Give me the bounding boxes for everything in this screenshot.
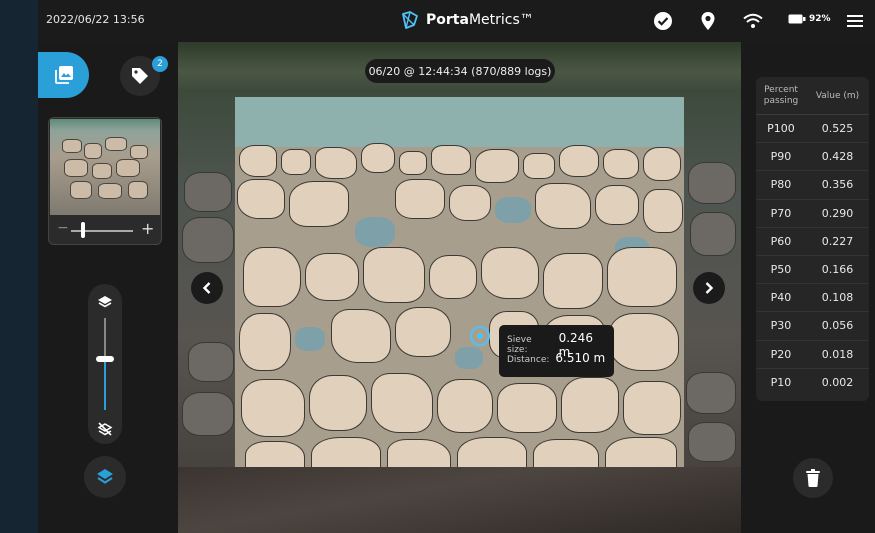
layers-off-icon bbox=[97, 422, 113, 436]
zoom-out-button[interactable]: − bbox=[57, 220, 69, 236]
brand-name-bold: Porta bbox=[426, 12, 469, 28]
value-cell: 0.108 bbox=[821, 291, 854, 305]
opacity-slider-thumb[interactable] bbox=[96, 356, 114, 363]
brand: PortaMetrics™ bbox=[400, 10, 534, 30]
table-row: P10 0.002 bbox=[756, 369, 869, 397]
previous-image-button[interactable] bbox=[191, 272, 223, 304]
value-cell: 0.166 bbox=[821, 263, 854, 277]
layers-icon bbox=[97, 469, 113, 484]
table-row: P100 0.525 bbox=[756, 115, 869, 144]
photo-gallery-icon bbox=[54, 66, 73, 84]
value-cell: 0.018 bbox=[821, 347, 854, 361]
portametrics-logo-icon bbox=[402, 11, 418, 29]
layers-full-icon bbox=[98, 296, 112, 308]
zoom-slider-thumb[interactable] bbox=[81, 222, 86, 238]
chevron-right-icon bbox=[705, 282, 714, 294]
battery-icon bbox=[788, 14, 806, 24]
overlay-opacity-control bbox=[88, 284, 122, 444]
table-row: P80 0.356 bbox=[756, 171, 869, 200]
app-window: 2022/06/22 13:56 PortaMetrics™ 92% 2 − +… bbox=[38, 0, 875, 533]
trash-icon bbox=[806, 469, 820, 487]
sieve-size-row: Sieve size: 0.246 m bbox=[507, 331, 606, 359]
header-value: Value (m) bbox=[815, 90, 860, 101]
wifi-icon[interactable] bbox=[742, 10, 764, 32]
right-panel: Percent passing Value (m) P100 0.525 P90 0.… bbox=[741, 42, 875, 533]
percent-cell: P80 bbox=[770, 178, 792, 192]
chevron-left-icon bbox=[202, 282, 211, 294]
table-row: P60 0.227 bbox=[756, 228, 869, 256]
segmentation-overlay bbox=[235, 97, 684, 481]
measurement-marker[interactable] bbox=[470, 326, 490, 346]
value-cell: 0.356 bbox=[821, 178, 854, 192]
tag-count-badge: 2 bbox=[152, 56, 168, 72]
capture-timestamp: 06/20 @ 12:44:34 (870/889 logs) bbox=[365, 59, 555, 83]
value-cell: 0.227 bbox=[821, 234, 854, 248]
delete-button[interactable] bbox=[793, 458, 833, 498]
thumbnail-zoom: − + bbox=[49, 218, 161, 242]
header-percent-passing: Percent passing bbox=[763, 84, 799, 106]
thumbnail-card[interactable]: − + bbox=[48, 117, 162, 245]
sieve-size-label: Sieve size: bbox=[507, 335, 532, 355]
water-band bbox=[235, 97, 684, 147]
value-cell: 0.002 bbox=[821, 376, 854, 390]
location-pin-icon[interactable] bbox=[697, 10, 719, 32]
tag-icon bbox=[132, 68, 148, 84]
foreground-log bbox=[178, 467, 741, 533]
table-body: P100 0.525 P90 0.428 P80 0.356 P70 0.290 P60 0.22… bbox=[756, 115, 869, 397]
datetime: 2022/06/22 13:56 bbox=[46, 13, 145, 26]
table-row: P40 0.108 bbox=[756, 284, 869, 313]
table-row: P50 0.166 bbox=[756, 256, 869, 285]
table-row: P30 0.056 bbox=[756, 312, 869, 341]
value-cell: 0.056 bbox=[821, 319, 854, 333]
battery-status: 92% bbox=[788, 14, 831, 24]
left-edge-strip bbox=[0, 0, 38, 533]
table-row: P90 0.428 bbox=[756, 143, 869, 172]
size-distribution-table: Percent passing Value (m) P100 0.525 P90 0.… bbox=[756, 77, 869, 401]
distance-value: 6.510 m bbox=[555, 351, 606, 365]
analysis-image-area[interactable]: 06/20 @ 12:44:34 (870/889 logs) Sieve si… bbox=[178, 42, 741, 533]
percent-cell: P60 bbox=[770, 234, 792, 248]
table-row: P70 0.290 bbox=[756, 200, 869, 228]
next-image-button[interactable] bbox=[693, 272, 725, 304]
percent-cell: P50 bbox=[770, 263, 792, 277]
zoom-in-button[interactable]: + bbox=[141, 219, 154, 238]
percent-cell: P100 bbox=[767, 122, 795, 136]
percent-cell: P90 bbox=[770, 150, 792, 164]
photo-gallery-button[interactable] bbox=[38, 52, 89, 98]
zoom-slider[interactable] bbox=[71, 230, 133, 232]
table-header: Percent passing Value (m) bbox=[756, 77, 869, 115]
percent-cell: P30 bbox=[770, 319, 792, 333]
measurement-tooltip: Sieve size: 0.246 m Distance: 6.510 m bbox=[499, 325, 614, 377]
check-circle-icon[interactable] bbox=[652, 10, 674, 32]
percent-cell: P20 bbox=[770, 347, 792, 361]
value-cell: 0.290 bbox=[821, 206, 854, 220]
layers-button[interactable] bbox=[84, 456, 126, 498]
percent-cell: P10 bbox=[770, 376, 792, 390]
thumbnail-image bbox=[50, 119, 160, 215]
brand-name-rest: Metrics™ bbox=[468, 12, 534, 28]
opacity-slider-track-upper bbox=[104, 318, 106, 360]
left-panel: 2 − + bbox=[38, 42, 178, 533]
table-row: P20 0.018 bbox=[756, 341, 869, 369]
value-cell: 0.525 bbox=[821, 122, 854, 136]
top-bar: 2022/06/22 13:56 PortaMetrics™ 92% bbox=[38, 0, 875, 42]
value-cell: 0.428 bbox=[821, 150, 854, 164]
hamburger-menu-icon[interactable] bbox=[844, 10, 866, 32]
battery-percent: 92% bbox=[809, 14, 831, 24]
distance-label: Distance: bbox=[507, 355, 550, 365]
percent-cell: P40 bbox=[770, 291, 792, 305]
percent-cell: P70 bbox=[770, 206, 792, 220]
